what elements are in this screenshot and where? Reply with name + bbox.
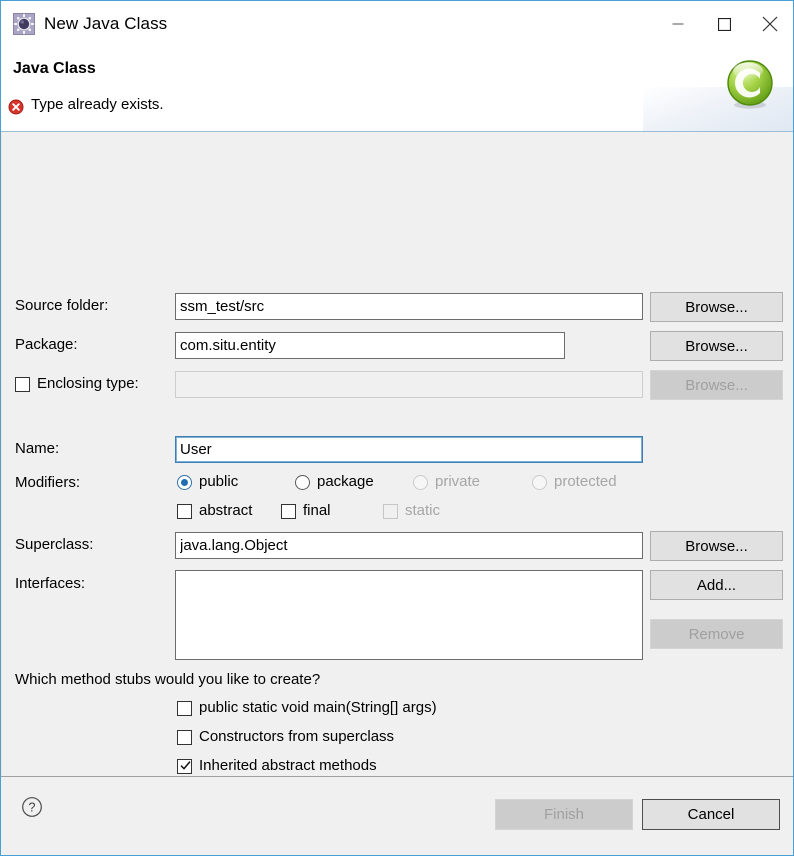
close-button[interactable]	[747, 1, 793, 47]
stub-checkbox-main-method[interactable]	[177, 701, 192, 716]
modifier-label-private: private	[435, 473, 481, 490]
dialog-body: Source folder: Browse... Package: Browse…	[1, 132, 793, 832]
close-icon	[762, 16, 778, 32]
modifier-label-static: static	[405, 502, 441, 519]
stub-label-constructors: Constructors from superclass	[199, 728, 395, 745]
enclosing-type-checkbox[interactable]	[15, 377, 30, 392]
svg-text:?: ?	[29, 801, 36, 815]
new-java-class-dialog: New Java Class Java Class Type already e…	[0, 0, 794, 856]
window-controls	[655, 1, 793, 47]
superclass-label: Superclass:	[15, 536, 94, 553]
interfaces-add-button[interactable]: Add...	[650, 570, 783, 600]
modifier-label-final: final	[303, 502, 331, 519]
interfaces-remove-button[interactable]: Remove	[650, 619, 783, 649]
stub-checkbox-constructors[interactable]	[177, 730, 192, 745]
modifier-label-package: package	[317, 473, 374, 490]
error-icon	[8, 99, 24, 115]
help-icon[interactable]: ?	[21, 796, 43, 818]
checkmark-icon	[180, 761, 191, 770]
modifier-checkbox-abstract[interactable]	[177, 504, 192, 519]
window-title: New Java Class	[44, 14, 168, 33]
enclosing-type-browse-button[interactable]: Browse...	[650, 370, 783, 400]
name-label: Name:	[15, 440, 60, 457]
minimize-icon	[672, 23, 684, 25]
package-input[interactable]	[175, 332, 565, 359]
modifier-radio-private[interactable]	[413, 475, 428, 490]
maximize-icon	[717, 17, 731, 31]
finish-button[interactable]: Finish	[495, 799, 633, 830]
modifier-label-abstract: abstract	[199, 502, 253, 519]
status-message: Type already exists.	[31, 96, 164, 113]
java-class-banner-icon	[727, 60, 773, 109]
source-folder-browse-button[interactable]: Browse...	[650, 292, 783, 322]
java-wizard-icon	[13, 13, 35, 35]
modifier-radio-package[interactable]	[295, 475, 310, 490]
source-folder-label: Source folder:	[15, 297, 109, 314]
cancel-button[interactable]: Cancel	[642, 799, 780, 830]
package-label: Package:	[15, 336, 78, 353]
modifier-radio-protected[interactable]	[532, 475, 547, 490]
dialog-footer: ? Finish Cancel	[1, 776, 793, 855]
package-browse-button[interactable]: Browse...	[650, 331, 783, 361]
maximize-button[interactable]	[701, 1, 747, 47]
stub-checkbox-inherited-abstract[interactable]	[177, 759, 192, 774]
modifier-checkbox-static[interactable]	[383, 504, 398, 519]
stub-label-inherited-abstract: Inherited abstract methods	[199, 757, 377, 774]
modifier-label-protected: protected	[554, 473, 617, 490]
source-folder-input[interactable]	[175, 293, 643, 320]
name-input[interactable]	[175, 436, 643, 463]
interfaces-label: Interfaces:	[15, 575, 86, 592]
title-bar: New Java Class	[1, 1, 793, 47]
wizard-header: Java Class Type already exists.	[1, 47, 793, 132]
stub-label-main-method: public static void main(String[] args)	[199, 699, 437, 716]
modifier-checkbox-final[interactable]	[281, 504, 296, 519]
modifier-radio-public[interactable]	[177, 475, 192, 490]
modifier-label-public: public	[199, 473, 239, 490]
superclass-input[interactable]	[175, 532, 643, 559]
method-stubs-question: Which method stubs would you like to cre…	[15, 671, 321, 688]
superclass-browse-button[interactable]: Browse...	[650, 531, 783, 561]
enclosing-type-label: Enclosing type:	[37, 375, 139, 392]
interfaces-list[interactable]	[175, 570, 643, 660]
modifiers-label: Modifiers:	[15, 474, 81, 491]
minimize-button[interactable]	[655, 1, 701, 47]
page-title: Java Class	[13, 60, 96, 77]
enclosing-type-input[interactable]	[175, 371, 643, 398]
